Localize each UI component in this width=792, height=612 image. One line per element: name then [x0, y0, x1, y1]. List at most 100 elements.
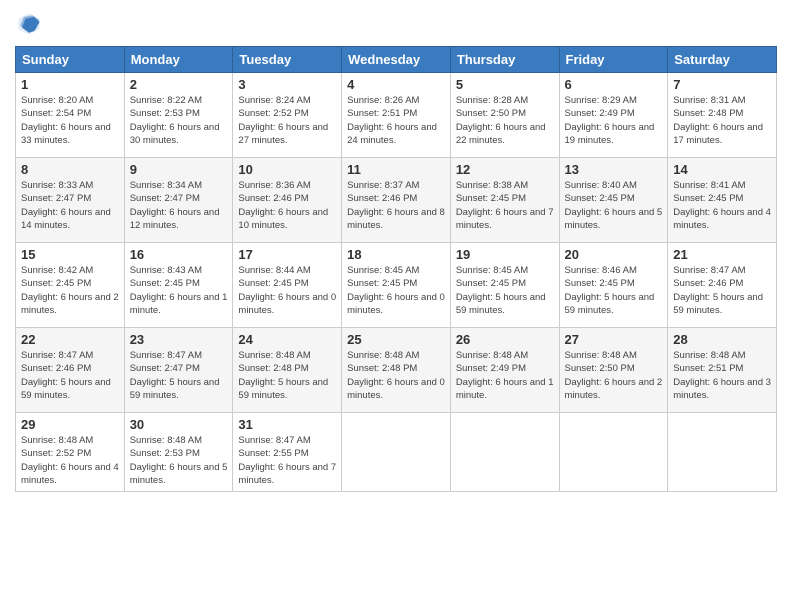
day-info: Sunrise: 8:46 AM Sunset: 2:45 PM Dayligh…: [565, 264, 663, 317]
day-of-week-header: Saturday: [668, 47, 777, 73]
calendar-cell: 27 Sunrise: 8:48 AM Sunset: 2:50 PM Dayli…: [559, 328, 668, 413]
day-info: Sunrise: 8:29 AM Sunset: 2:49 PM Dayligh…: [565, 94, 663, 147]
calendar-cell: 2 Sunrise: 8:22 AM Sunset: 2:53 PM Daylig…: [124, 73, 233, 158]
calendar-cell: 13 Sunrise: 8:40 AM Sunset: 2:45 PM Dayli…: [559, 158, 668, 243]
day-info: Sunrise: 8:48 AM Sunset: 2:48 PM Dayligh…: [347, 349, 445, 402]
calendar: SundayMondayTuesdayWednesdayThursdayFrid…: [15, 46, 777, 492]
calendar-cell: 25 Sunrise: 8:48 AM Sunset: 2:48 PM Dayli…: [342, 328, 451, 413]
calendar-cell: 23 Sunrise: 8:47 AM Sunset: 2:47 PM Dayli…: [124, 328, 233, 413]
day-number: 3: [238, 77, 336, 92]
day-of-week-header: Monday: [124, 47, 233, 73]
day-number: 17: [238, 247, 336, 262]
day-number: 23: [130, 332, 228, 347]
day-info: Sunrise: 8:47 AM Sunset: 2:47 PM Dayligh…: [130, 349, 228, 402]
day-info: Sunrise: 8:28 AM Sunset: 2:50 PM Dayligh…: [456, 94, 554, 147]
day-info: Sunrise: 8:20 AM Sunset: 2:54 PM Dayligh…: [21, 94, 119, 147]
calendar-cell: 30 Sunrise: 8:48 AM Sunset: 2:53 PM Dayli…: [124, 413, 233, 492]
day-number: 6: [565, 77, 663, 92]
calendar-cell: 28 Sunrise: 8:48 AM Sunset: 2:51 PM Dayli…: [668, 328, 777, 413]
calendar-cell: 4 Sunrise: 8:26 AM Sunset: 2:51 PM Daylig…: [342, 73, 451, 158]
day-of-week-header: Sunday: [16, 47, 125, 73]
day-info: Sunrise: 8:48 AM Sunset: 2:51 PM Dayligh…: [673, 349, 771, 402]
calendar-cell: 10 Sunrise: 8:36 AM Sunset: 2:46 PM Dayli…: [233, 158, 342, 243]
day-number: 16: [130, 247, 228, 262]
day-info: Sunrise: 8:42 AM Sunset: 2:45 PM Dayligh…: [21, 264, 119, 317]
calendar-cell: 29Sunrise: 8:48 AM Sunset: 2:52 PM Dayli…: [16, 413, 125, 492]
calendar-cell: 17 Sunrise: 8:44 AM Sunset: 2:45 PM Dayli…: [233, 243, 342, 328]
day-info: Sunrise: 8:48 AM Sunset: 2:48 PM Dayligh…: [238, 349, 336, 402]
day-info: Sunrise: 8:43 AM Sunset: 2:45 PM Dayligh…: [130, 264, 228, 317]
calendar-cell: 24Sunrise: 8:48 AM Sunset: 2:48 PM Dayli…: [233, 328, 342, 413]
day-info: Sunrise: 8:31 AM Sunset: 2:48 PM Dayligh…: [673, 94, 771, 147]
day-info: Sunrise: 8:45 AM Sunset: 2:45 PM Dayligh…: [347, 264, 445, 317]
calendar-cell: 20Sunrise: 8:46 AM Sunset: 2:45 PM Dayli…: [559, 243, 668, 328]
calendar-cell: [450, 413, 559, 492]
calendar-cell: 22Sunrise: 8:47 AM Sunset: 2:46 PM Dayli…: [16, 328, 125, 413]
header: [15, 10, 777, 38]
day-number: 4: [347, 77, 445, 92]
day-number: 22: [21, 332, 119, 347]
calendar-cell: 19 Sunrise: 8:45 AM Sunset: 2:45 PM Dayli…: [450, 243, 559, 328]
day-info: Sunrise: 8:40 AM Sunset: 2:45 PM Dayligh…: [565, 179, 663, 232]
day-number: 2: [130, 77, 228, 92]
day-number: 30: [130, 417, 228, 432]
day-info: Sunrise: 8:37 AM Sunset: 2:46 PM Dayligh…: [347, 179, 445, 232]
calendar-cell: 31 Sunrise: 8:47 AM Sunset: 2:55 PM Dayli…: [233, 413, 342, 492]
calendar-cell: 3 Sunrise: 8:24 AM Sunset: 2:52 PM Daylig…: [233, 73, 342, 158]
day-number: 15: [21, 247, 119, 262]
day-number: 7: [673, 77, 771, 92]
day-number: 21: [673, 247, 771, 262]
logo-icon: [15, 10, 43, 38]
calendar-cell: 12 Sunrise: 8:38 AM Sunset: 2:45 PM Dayli…: [450, 158, 559, 243]
day-number: 10: [238, 162, 336, 177]
day-of-week-header: Friday: [559, 47, 668, 73]
calendar-cell: 26 Sunrise: 8:48 AM Sunset: 2:49 PM Dayli…: [450, 328, 559, 413]
day-number: 27: [565, 332, 663, 347]
day-info: Sunrise: 8:38 AM Sunset: 2:45 PM Dayligh…: [456, 179, 554, 232]
day-info: Sunrise: 8:36 AM Sunset: 2:46 PM Dayligh…: [238, 179, 336, 232]
calendar-header-row: SundayMondayTuesdayWednesdayThursdayFrid…: [16, 47, 777, 73]
day-info: Sunrise: 8:48 AM Sunset: 2:49 PM Dayligh…: [456, 349, 554, 402]
calendar-cell: 18 Sunrise: 8:45 AM Sunset: 2:45 PM Dayli…: [342, 243, 451, 328]
day-info: Sunrise: 8:44 AM Sunset: 2:45 PM Dayligh…: [238, 264, 336, 317]
calendar-cell: 5 Sunrise: 8:28 AM Sunset: 2:50 PM Daylig…: [450, 73, 559, 158]
day-info: Sunrise: 8:22 AM Sunset: 2:53 PM Dayligh…: [130, 94, 228, 147]
day-info: Sunrise: 8:48 AM Sunset: 2:53 PM Dayligh…: [130, 434, 228, 487]
day-of-week-header: Thursday: [450, 47, 559, 73]
day-number: 11: [347, 162, 445, 177]
day-number: 26: [456, 332, 554, 347]
day-number: 29: [21, 417, 119, 432]
day-info: Sunrise: 8:48 AM Sunset: 2:50 PM Dayligh…: [565, 349, 663, 402]
calendar-cell: 1 Sunrise: 8:20 AM Sunset: 2:54 PM Daylig…: [16, 73, 125, 158]
calendar-cell: 6 Sunrise: 8:29 AM Sunset: 2:49 PM Daylig…: [559, 73, 668, 158]
day-number: 5: [456, 77, 554, 92]
day-number: 31: [238, 417, 336, 432]
day-number: 25: [347, 332, 445, 347]
day-number: 14: [673, 162, 771, 177]
calendar-cell: 11 Sunrise: 8:37 AM Sunset: 2:46 PM Dayli…: [342, 158, 451, 243]
day-info: Sunrise: 8:47 AM Sunset: 2:46 PM Dayligh…: [673, 264, 771, 317]
day-number: 9: [130, 162, 228, 177]
calendar-cell: 14 Sunrise: 8:41 AM Sunset: 2:45 PM Dayli…: [668, 158, 777, 243]
day-info: Sunrise: 8:34 AM Sunset: 2:47 PM Dayligh…: [130, 179, 228, 232]
calendar-cell: 21 Sunrise: 8:47 AM Sunset: 2:46 PM Dayli…: [668, 243, 777, 328]
calendar-cell: 15 Sunrise: 8:42 AM Sunset: 2:45 PM Dayli…: [16, 243, 125, 328]
day-info: Sunrise: 8:24 AM Sunset: 2:52 PM Dayligh…: [238, 94, 336, 147]
logo: [15, 10, 47, 38]
day-number: 1: [21, 77, 119, 92]
calendar-cell: 7 Sunrise: 8:31 AM Sunset: 2:48 PM Daylig…: [668, 73, 777, 158]
day-number: 28: [673, 332, 771, 347]
day-number: 8: [21, 162, 119, 177]
day-info: Sunrise: 8:41 AM Sunset: 2:45 PM Dayligh…: [673, 179, 771, 232]
calendar-cell: [668, 413, 777, 492]
day-info: Sunrise: 8:45 AM Sunset: 2:45 PM Dayligh…: [456, 264, 554, 317]
calendar-cell: 9 Sunrise: 8:34 AM Sunset: 2:47 PM Daylig…: [124, 158, 233, 243]
day-number: 12: [456, 162, 554, 177]
day-info: Sunrise: 8:33 AM Sunset: 2:47 PM Dayligh…: [21, 179, 119, 232]
day-info: Sunrise: 8:26 AM Sunset: 2:51 PM Dayligh…: [347, 94, 445, 147]
day-info: Sunrise: 8:47 AM Sunset: 2:55 PM Dayligh…: [238, 434, 336, 487]
day-number: 18: [347, 247, 445, 262]
day-number: 19: [456, 247, 554, 262]
day-number: 13: [565, 162, 663, 177]
day-of-week-header: Tuesday: [233, 47, 342, 73]
